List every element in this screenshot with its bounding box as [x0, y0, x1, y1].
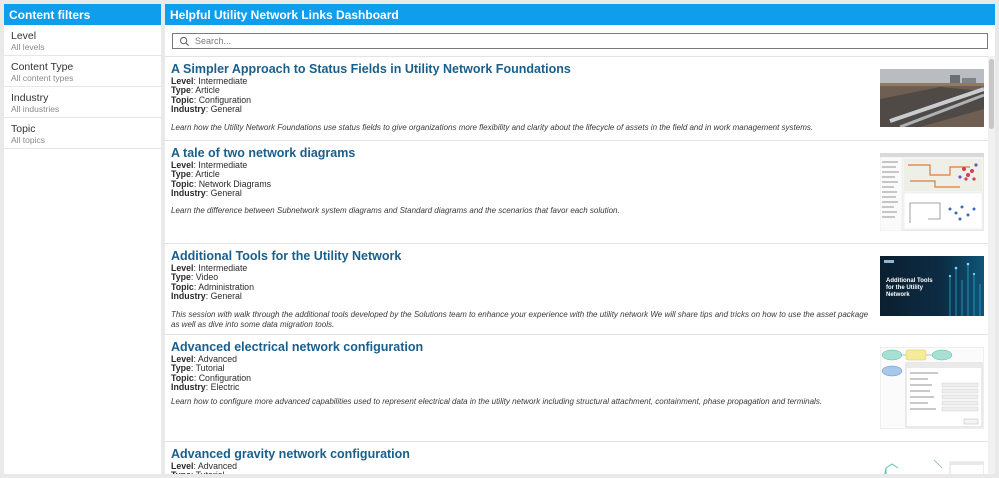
industry-key: Industry: [171, 381, 206, 392]
item-title[interactable]: A Simpler Approach to Status Fields in U…: [171, 62, 571, 76]
item-description: This session with walk through the addit…: [171, 310, 869, 329]
item-description: Learn how the Utility Network Foundation…: [171, 123, 814, 132]
item-title[interactable]: Advanced electrical network configuratio…: [171, 340, 423, 354]
type-value: Tutorial: [196, 470, 225, 474]
item-title[interactable]: A tale of two network diagrams: [171, 146, 355, 160]
list-item: Additional Tools for the Utility Network…: [165, 243, 995, 334]
video-title-card-thumbnail[interactable]: Additional Tools for the Utility Network: [880, 256, 984, 316]
filter-topic[interactable]: Topic All topics: [4, 118, 161, 149]
item-title[interactable]: Advanced gravity network configuration: [171, 447, 410, 461]
configuration-dialog-thumbnail[interactable]: [880, 347, 984, 429]
item-title[interactable]: Additional Tools for the Utility Network: [171, 249, 401, 263]
dashboard-panel: Helpful Utility Network Links Dashboard …: [165, 4, 995, 474]
list-item: Advanced electrical network configuratio…: [165, 334, 995, 441]
filter-industry[interactable]: Industry All industries: [4, 87, 161, 118]
content-filters-header: Content filters: [4, 4, 161, 25]
industry-value: General: [210, 103, 242, 114]
item-description: Learn the difference between Subnetwork …: [171, 206, 620, 215]
gravity-network-thumbnail[interactable]: [880, 454, 984, 474]
industry-value: Electric: [210, 381, 240, 392]
search-input[interactable]: [195, 34, 975, 48]
video-thumb-title: Additional Tools for the Utility Network: [886, 278, 933, 298]
filter-industry-value: All industries: [11, 104, 60, 114]
filter-content-type-label: Content Type: [11, 61, 74, 73]
filter-level[interactable]: Level All levels: [4, 25, 161, 56]
item-meta: Level: Advanced Type: Tutorial Topic: Co…: [171, 354, 252, 392]
item-meta: Level: Intermediate Type: Video Topic: A…: [171, 263, 254, 301]
filter-level-label: Level: [11, 30, 37, 42]
scrollbar-thumb[interactable]: [989, 59, 994, 129]
filter-level-value: All levels: [11, 42, 45, 52]
filter-content-type[interactable]: Content Type All content types: [4, 56, 161, 87]
item-meta: Level: Intermediate Type: Article Topic:…: [171, 160, 272, 198]
content-filters-panel: Content filters Level All levels Content…: [4, 4, 161, 474]
filter-content-type-value: All content types: [11, 73, 74, 83]
industry-key: Industry: [171, 187, 206, 198]
list-item: A tale of two network diagrams Level: In…: [165, 140, 995, 243]
industry-key: Industry: [171, 290, 206, 301]
filter-industry-label: Industry: [11, 92, 49, 104]
search-box[interactable]: [172, 33, 988, 49]
industry-key: Industry: [171, 103, 206, 114]
industry-value: General: [210, 187, 242, 198]
filter-topic-label: Topic: [11, 123, 36, 135]
item-meta: Level: Intermediate Type: Article Topic:…: [171, 76, 252, 114]
type-key: Type: [171, 470, 191, 474]
list-item: Advanced gravity network configuration L…: [165, 441, 995, 474]
dashboard-header: Helpful Utility Network Links Dashboard: [165, 4, 995, 25]
network-diagram-thumbnail[interactable]: [880, 153, 984, 231]
item-meta: Level: Advanced Type: Tutorial: [171, 461, 237, 474]
list-item: A Simpler Approach to Status Fields in U…: [165, 56, 995, 140]
filter-topic-value: All topics: [11, 135, 46, 145]
list-scrollbar[interactable]: [988, 56, 995, 474]
pipeline-photo-thumbnail[interactable]: [880, 69, 984, 127]
item-description: Learn how to configure more advanced cap…: [171, 397, 823, 406]
industry-value: General: [210, 290, 242, 301]
search-icon: [179, 36, 190, 47]
